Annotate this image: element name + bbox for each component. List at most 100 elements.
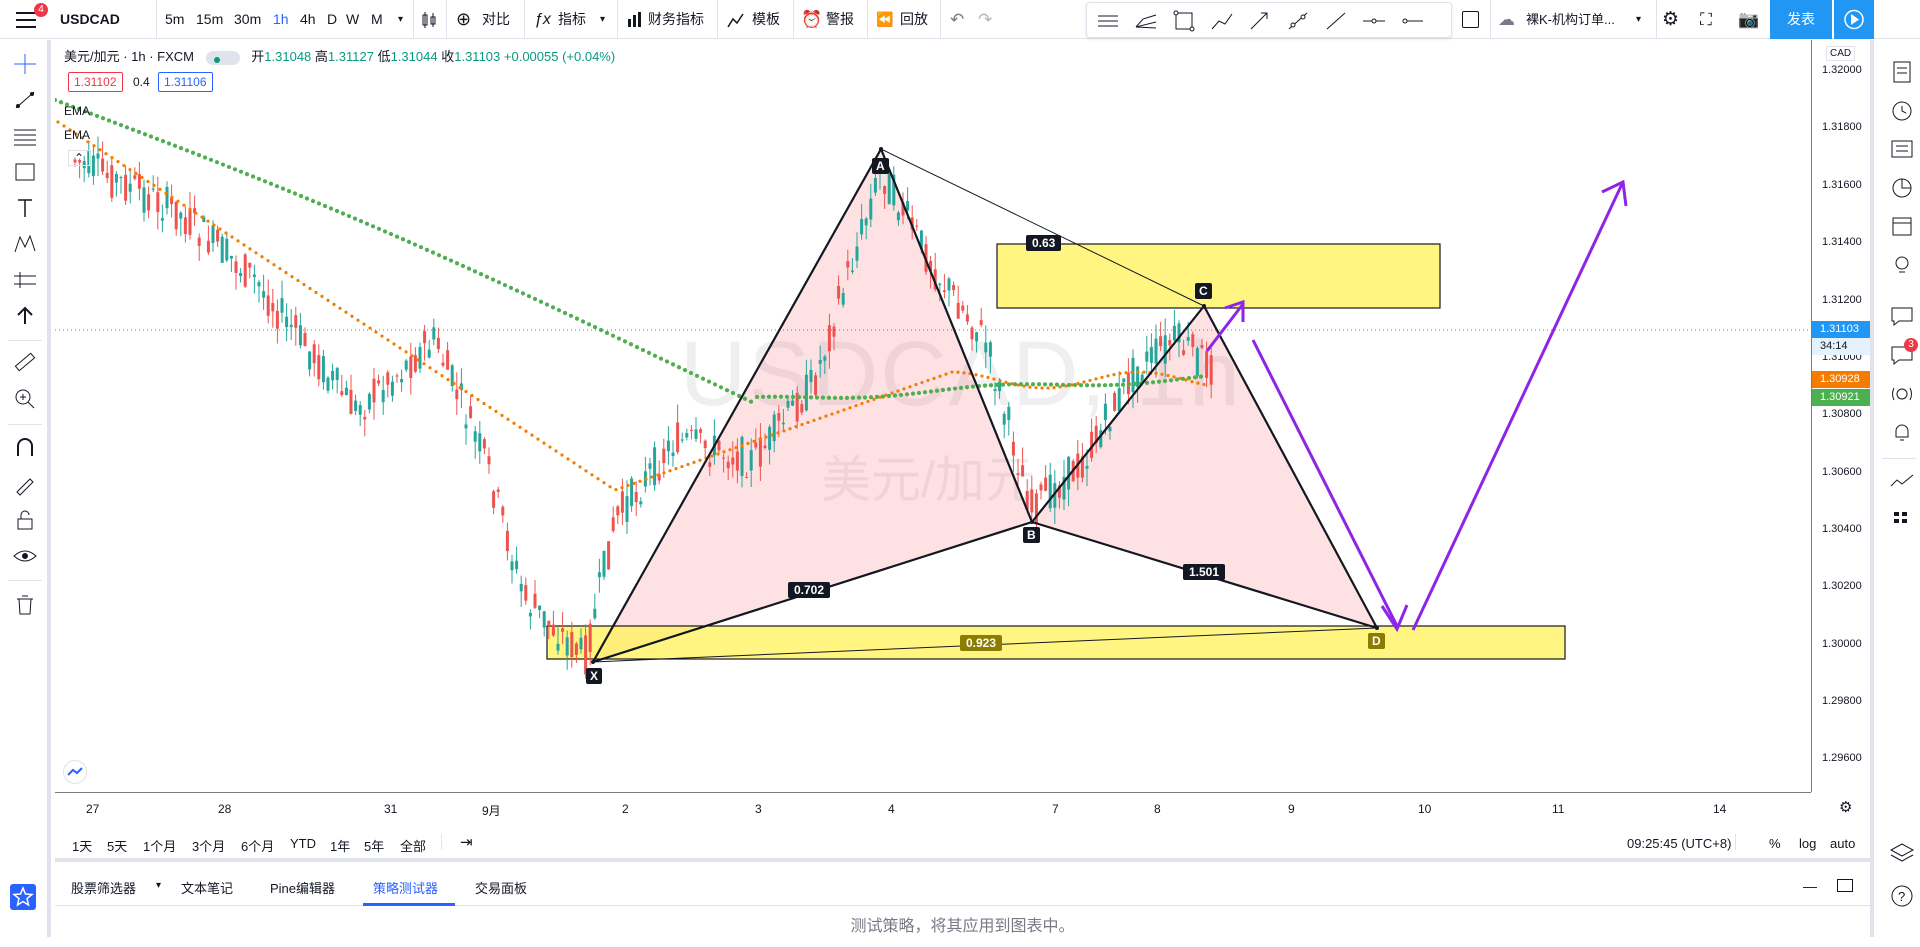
ask-price-button[interactable]: 1.31106	[158, 72, 213, 92]
order-panel-icon[interactable]	[1888, 468, 1916, 496]
streams-icon[interactable]	[1888, 380, 1916, 408]
brush-icon[interactable]	[1209, 9, 1235, 33]
lock-drawing-pencil-icon[interactable]	[12, 472, 38, 496]
fullscreen-icon[interactable]: ⛶	[1700, 0, 1712, 39]
crosshair-icon[interactable]	[12, 52, 38, 76]
ema-indicator-1[interactable]: EMA	[64, 104, 90, 118]
chat-icon[interactable]	[1888, 302, 1916, 330]
chevron-down-icon[interactable]: ▾	[1636, 0, 1641, 39]
compare-icon[interactable]: ⊕	[456, 0, 471, 39]
range-3m[interactable]: 3个月	[192, 836, 225, 855]
time-axis[interactable]: 27 28 31 9月 2 3 4 7 8 9 10 11 14 ⚙	[55, 792, 1852, 822]
candles-icon[interactable]	[420, 10, 438, 30]
ruler-icon[interactable]	[12, 350, 38, 374]
square-icon[interactable]	[1462, 11, 1479, 28]
gear-icon[interactable]: ⚙	[1839, 798, 1852, 816]
indicators-icon[interactable]: ƒx	[534, 0, 551, 39]
tab-trading-panel[interactable]: 交易面板	[475, 878, 527, 897]
alarm-icon[interactable]: ⏰	[801, 0, 822, 39]
financials-button[interactable]: 财务指标	[648, 0, 704, 39]
eye-icon[interactable]	[12, 544, 38, 568]
tradingview-logo-icon[interactable]	[63, 760, 87, 784]
publish-button[interactable]: 发表	[1770, 0, 1832, 39]
range-1y[interactable]: 1年	[330, 836, 350, 855]
horizontal-line-icon[interactable]	[1361, 9, 1387, 33]
camera-icon[interactable]: 📷	[1738, 0, 1759, 39]
redo-icon[interactable]: ↷	[978, 0, 992, 39]
tab-stock-screener[interactable]: 股票筛选器	[71, 878, 136, 897]
alerts-button[interactable]: 警报	[826, 0, 854, 39]
interval-30m[interactable]: 30m	[234, 0, 261, 39]
notification-bell-icon[interactable]	[1888, 418, 1916, 446]
ideas-bulb-icon[interactable]	[1888, 251, 1916, 279]
symbol-search-button[interactable]: USDCAD	[60, 0, 120, 39]
chevron-down-icon[interactable]: ▾	[398, 0, 403, 39]
minimize-icon[interactable]: —	[1803, 878, 1817, 894]
maximize-icon[interactable]	[1837, 879, 1853, 892]
layout-name[interactable]: 裸K-机构订单...	[1526, 0, 1615, 39]
market-status-toggle[interactable]	[205, 51, 240, 65]
text-icon[interactable]	[12, 196, 38, 220]
interval-15m[interactable]: 15m	[196, 0, 223, 39]
shape-rectangle-icon[interactable]	[12, 160, 38, 184]
percent-toggle[interactable]: %	[1769, 836, 1781, 851]
templates-icon[interactable]	[727, 11, 745, 29]
range-5d[interactable]: 5天	[107, 836, 127, 855]
arrow-pen-icon[interactable]	[1247, 9, 1273, 33]
trend-line-icon[interactable]	[1285, 9, 1311, 33]
replay-icon[interactable]: ⏪	[876, 0, 893, 39]
fib-icon[interactable]	[12, 124, 38, 148]
arrow-up-icon[interactable]	[12, 304, 38, 328]
range-all[interactable]: 全部	[400, 836, 426, 855]
interval-5m[interactable]: 5m	[165, 0, 184, 39]
chevron-down-icon[interactable]: ▾	[156, 880, 161, 891]
help-icon[interactable]: ?	[1888, 882, 1916, 910]
price-axis[interactable]: CAD 1.32000 1.31800 1.31600 1.31400 1.31…	[1811, 40, 1870, 792]
pitchfork-icon[interactable]	[1133, 9, 1159, 33]
zoom-in-icon[interactable]	[12, 386, 38, 410]
cloud-icon[interactable]: ☁	[1498, 0, 1515, 39]
clock-display[interactable]: 09:25:45 (UTC+8)	[1627, 836, 1731, 851]
dom-icon[interactable]	[1888, 506, 1916, 534]
interval-m[interactable]: M	[371, 0, 383, 39]
interval-1h[interactable]: 1h	[273, 0, 289, 39]
financials-icon[interactable]	[627, 11, 643, 29]
alert-clock-icon[interactable]	[1888, 96, 1916, 124]
watchlist-icon[interactable]	[1888, 58, 1916, 86]
ema-indicator-2[interactable]: EMA	[64, 128, 90, 142]
range-1d[interactable]: 1天	[72, 836, 92, 855]
bid-price-button[interactable]: 1.31102	[68, 72, 123, 92]
parallel-channel-icon[interactable]	[1095, 9, 1121, 33]
watchlist-star-button[interactable]	[10, 884, 36, 910]
calendar-icon[interactable]	[1888, 212, 1916, 240]
templates-button[interactable]: 模板	[752, 0, 780, 39]
symbol-title[interactable]: 美元/加元 · 1h · FXCM	[64, 49, 194, 64]
indicators-button[interactable]: 指标	[558, 0, 586, 39]
date-range-icon[interactable]: ⇥	[460, 833, 473, 851]
hotlist-icon[interactable]	[1888, 174, 1916, 202]
data-window-icon[interactable]	[1888, 135, 1916, 163]
layers-icon[interactable]	[1888, 840, 1916, 868]
ray-icon[interactable]	[1323, 9, 1349, 33]
chevron-down-icon[interactable]: ▾	[600, 0, 605, 39]
collapse-legend-button[interactable]: ⌃	[68, 150, 90, 166]
undo-icon[interactable]: ↶	[950, 0, 964, 39]
prediction-icon[interactable]	[12, 268, 38, 292]
trend-line-tool-icon[interactable]	[12, 88, 38, 112]
horizontal-ray-icon[interactable]	[1399, 9, 1425, 33]
interval-4h[interactable]: 4h	[300, 0, 316, 39]
play-button[interactable]	[1834, 0, 1874, 39]
interval-w[interactable]: W	[346, 0, 359, 39]
gear-icon[interactable]: ⚙	[1662, 0, 1679, 39]
tab-pine-editor[interactable]: Pine编辑器	[270, 878, 335, 897]
tab-text-notes[interactable]: 文本笔记	[181, 878, 233, 897]
rectangle-icon[interactable]	[1171, 9, 1197, 33]
log-toggle[interactable]: log	[1799, 836, 1816, 851]
pattern-icon[interactable]	[12, 232, 38, 256]
auto-toggle[interactable]: auto	[1830, 836, 1855, 851]
magnet-icon[interactable]	[12, 436, 38, 460]
lock-icon[interactable]	[12, 508, 38, 532]
range-6m[interactable]: 6个月	[241, 836, 274, 855]
tab-strategy-tester[interactable]: 策略测试器	[373, 878, 438, 897]
trash-icon[interactable]	[12, 592, 38, 616]
